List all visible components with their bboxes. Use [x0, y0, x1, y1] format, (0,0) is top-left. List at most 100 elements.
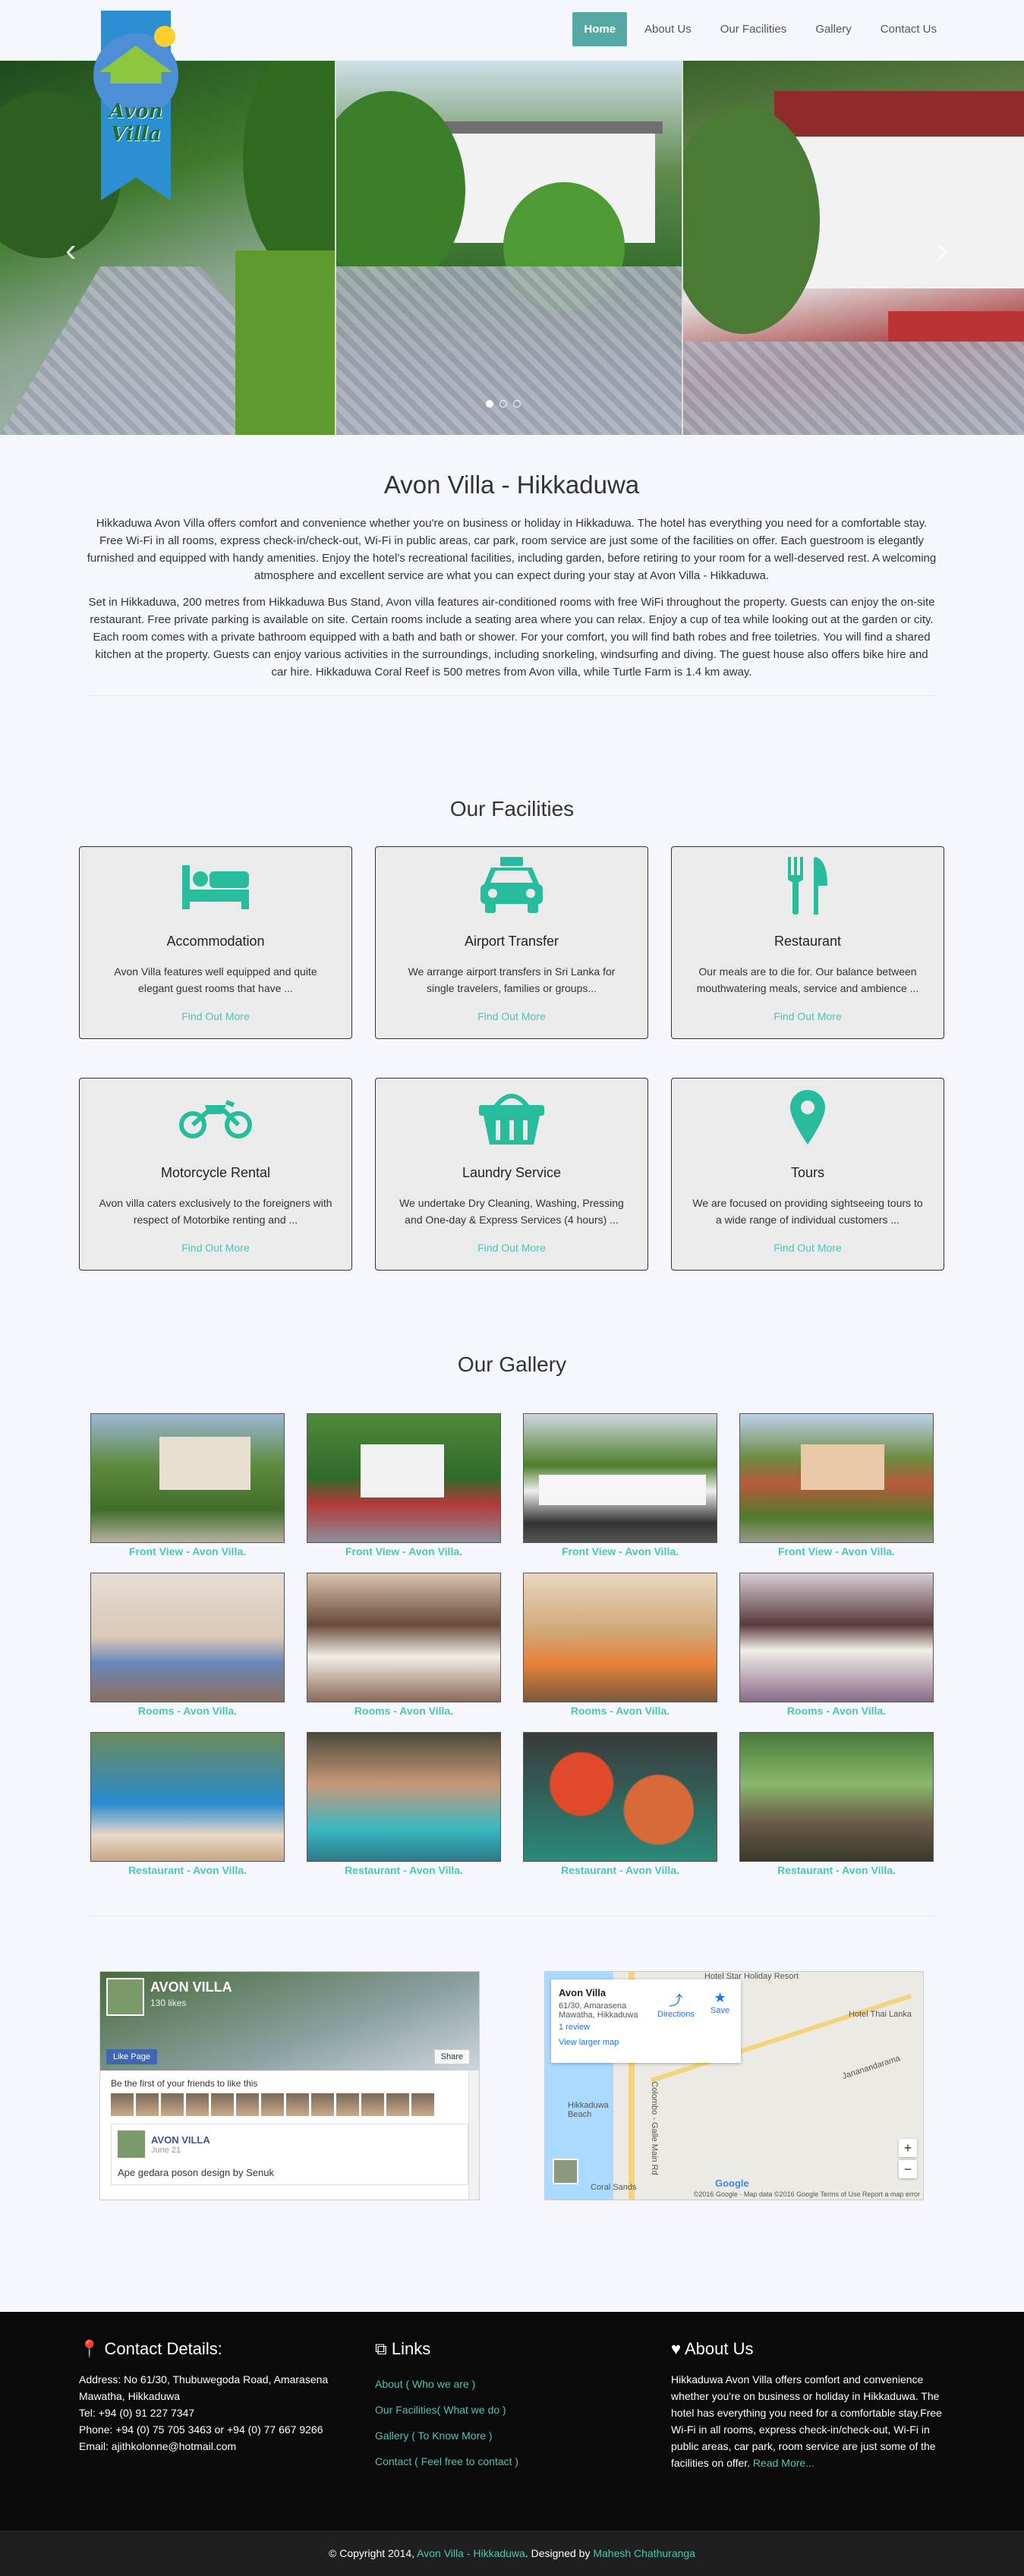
facebook-post-author[interactable]: AVON VILLA	[151, 2134, 210, 2146]
gallery-item[interactable]: Restaurant - Avon Villa.	[90, 1732, 285, 1876]
facebook-face-avatar[interactable]	[186, 2093, 209, 2116]
gallery-item[interactable]: Rooms - Avon Villa.	[739, 1573, 934, 1717]
facebook-face-avatar[interactable]	[286, 2093, 309, 2116]
gallery-item[interactable]: Rooms - Avon Villa.	[307, 1573, 501, 1717]
facebook-post-date[interactable]: June 21	[151, 2146, 210, 2155]
gallery-caption[interactable]: Restaurant - Avon Villa.	[523, 1864, 717, 1876]
gallery-caption[interactable]: Rooms - Avon Villa.	[739, 1705, 934, 1717]
gallery-image[interactable]	[739, 1413, 934, 1543]
gallery-image[interactable]	[739, 1573, 934, 1702]
gallery-item[interactable]: Front View - Avon Villa.	[739, 1413, 934, 1557]
footer-link-contact[interactable]: Contact ( Feel free to contact )	[375, 2448, 648, 2474]
facebook-face-avatar[interactable]	[411, 2093, 434, 2116]
map-zoom-in-button[interactable]: +	[899, 2139, 917, 2157]
facebook-friends-text: Be the first of your friends to like thi…	[111, 2078, 258, 2089]
carousel-dot[interactable]	[513, 400, 521, 408]
site-logo[interactable]: Avon Villa	[78, 11, 192, 202]
carousel-dot[interactable]	[486, 400, 493, 408]
find-out-more-link[interactable]: Find Out More	[376, 1010, 647, 1022]
facility-desc: We undertake Dry Cleaning, Washing, Pres…	[399, 1197, 624, 1226]
nav-contact-us[interactable]: Contact Us	[869, 12, 948, 46]
gallery-item[interactable]: Rooms - Avon Villa.	[523, 1573, 717, 1717]
gallery-caption[interactable]: Front View - Avon Villa.	[90, 1545, 285, 1557]
facebook-face-avatar[interactable]	[261, 2093, 284, 2116]
find-out-more-link[interactable]: Find Out More	[672, 1010, 944, 1022]
gallery-caption[interactable]: Rooms - Avon Villa.	[307, 1705, 501, 1717]
facebook-face-avatar[interactable]	[361, 2093, 384, 2116]
facebook-page-widget[interactable]: AVON VILLA 130 likes Like Page Share Be …	[99, 1971, 480, 2200]
gallery-caption[interactable]: Restaurant - Avon Villa.	[90, 1864, 285, 1876]
facebook-face-avatar[interactable]	[211, 2093, 234, 2116]
gallery-image[interactable]	[90, 1732, 285, 1862]
map-zoom-out-button[interactable]: −	[899, 2160, 917, 2178]
facebook-like-page-button[interactable]: Like Page	[106, 2049, 157, 2064]
copyright-designer-link[interactable]: Mahesh Chathuranga	[593, 2547, 695, 2559]
gallery-item[interactable]: Restaurant - Avon Villa.	[739, 1732, 934, 1876]
facebook-page-avatar[interactable]	[106, 1978, 144, 2016]
carousel-next-icon[interactable]: ›	[937, 231, 948, 269]
footer-link-gallery[interactable]: Gallery ( To Know More )	[375, 2423, 648, 2448]
gallery-item[interactable]: Front View - Avon Villa.	[307, 1413, 501, 1557]
gallery-caption[interactable]: Front View - Avon Villa.	[307, 1545, 501, 1557]
facebook-post-avatar[interactable]	[118, 2130, 145, 2158]
google-map-embed[interactable]: Hotel Star Holiday Resort Hotel Thai Lan…	[544, 1971, 924, 2200]
facebook-page-name[interactable]: AVON VILLA	[150, 1979, 232, 1995]
gallery-image[interactable]	[523, 1573, 717, 1702]
facebook-share-button[interactable]: Share	[433, 2049, 470, 2064]
gallery-image[interactable]	[523, 1732, 717, 1862]
map-place-address: 61/30, Amarasena Mawatha, Hikkaduwa	[559, 2001, 638, 2020]
find-out-more-link[interactable]: Find Out More	[672, 1242, 944, 1254]
facebook-face-avatar[interactable]	[236, 2093, 259, 2116]
gallery-caption[interactable]: Rooms - Avon Villa.	[90, 1705, 285, 1717]
carousel-prev-icon[interactable]: ‹	[65, 231, 77, 269]
nav-gallery[interactable]: Gallery	[804, 12, 863, 46]
footer-links-column: ⧉ Links About ( Who we are ) Our Facilit…	[375, 2339, 648, 2474]
gallery-image[interactable]	[739, 1732, 934, 1862]
footer-link-facilities[interactable]: Our Facilities( What we do )	[375, 2397, 648, 2423]
nav-home[interactable]: Home	[572, 12, 628, 46]
nav-about-us[interactable]: About Us	[633, 12, 703, 46]
gallery-caption[interactable]: Front View - Avon Villa.	[523, 1545, 717, 1557]
facebook-face-avatar[interactable]	[386, 2093, 409, 2116]
carousel-dot[interactable]	[499, 400, 507, 408]
copyright-site-link[interactable]: Avon Villa - Hikkaduwa	[417, 2547, 525, 2559]
map-save-label[interactable]: Save	[710, 2006, 729, 2015]
gallery-item[interactable]: Front View - Avon Villa.	[90, 1413, 285, 1557]
facebook-face-avatar[interactable]	[161, 2093, 184, 2116]
footer-read-more-link[interactable]: Read More...	[753, 2457, 814, 2469]
gallery-caption[interactable]: Restaurant - Avon Villa.	[307, 1864, 501, 1876]
find-out-more-link[interactable]: Find Out More	[80, 1242, 351, 1254]
map-directions-button[interactable]: ⤴ Directions	[657, 1990, 695, 2019]
footer-link-about[interactable]: About ( Who we are )	[375, 2371, 648, 2397]
map-footer[interactable]: ©2016 Google · Map data ©2016 Google Ter…	[694, 2190, 920, 2198]
facebook-scrollbar[interactable]	[468, 2071, 479, 2200]
facility-card-laundry-service: Laundry Service We undertake Dry Cleanin…	[375, 1078, 648, 1271]
facility-card-motorcycle-rental: Motorcycle Rental Avon villa caters excl…	[79, 1078, 352, 1271]
facebook-face-avatar[interactable]	[111, 2093, 134, 2116]
gallery-caption[interactable]: Front View - Avon Villa.	[739, 1545, 934, 1557]
gallery-caption[interactable]: Restaurant - Avon Villa.	[739, 1864, 934, 1876]
map-larger-link[interactable]: View larger map	[559, 2038, 733, 2047]
nav-our-facilities[interactable]: Our Facilities	[709, 12, 799, 46]
find-out-more-link[interactable]: Find Out More	[80, 1010, 351, 1022]
facebook-face-avatar[interactable]	[136, 2093, 159, 2116]
gallery-caption[interactable]: Rooms - Avon Villa.	[523, 1705, 717, 1717]
facebook-face-avatar[interactable]	[311, 2093, 334, 2116]
facility-desc: Avon Villa features well equipped and qu…	[114, 965, 317, 994]
gallery-item[interactable]: Restaurant - Avon Villa.	[307, 1732, 501, 1876]
facebook-face-avatar[interactable]	[336, 2093, 359, 2116]
gallery-item[interactable]: Rooms - Avon Villa.	[90, 1573, 285, 1717]
gallery-image[interactable]	[90, 1413, 285, 1543]
map-save-button[interactable]: ★ Save	[710, 1990, 729, 2015]
gallery-item[interactable]: Front View - Avon Villa.	[523, 1413, 717, 1557]
gallery-item[interactable]: Restaurant - Avon Villa.	[523, 1732, 717, 1876]
find-out-more-link[interactable]: Find Out More	[376, 1242, 647, 1254]
map-directions-label[interactable]: Directions	[657, 2010, 695, 2019]
gallery-image[interactable]	[307, 1573, 501, 1702]
gallery-image[interactable]	[307, 1732, 501, 1862]
map-reviews-link[interactable]: 1 review	[559, 2023, 733, 2032]
gallery-image[interactable]	[90, 1573, 285, 1702]
map-satellite-toggle[interactable]	[553, 2159, 578, 2184]
gallery-image[interactable]	[307, 1413, 501, 1543]
gallery-image[interactable]	[523, 1413, 717, 1543]
